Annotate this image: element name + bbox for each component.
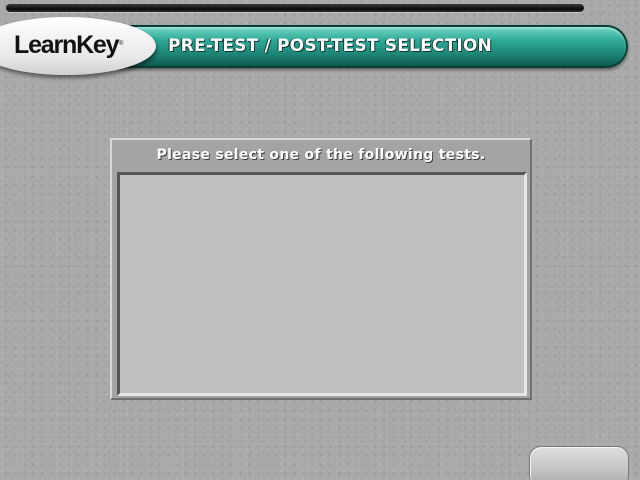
test-selection-dialog: Please select one of the following tests…: [110, 138, 532, 400]
corner-button[interactable]: [529, 446, 629, 480]
top-bar: [6, 4, 584, 12]
title-banner: PRE-TEST / POST-TEST SELECTION: [118, 25, 628, 68]
test-list[interactable]: [117, 172, 527, 396]
logo-trademark: ®: [119, 41, 124, 47]
page-title: PRE-TEST / POST-TEST SELECTION: [168, 36, 492, 56]
learnkey-logo: LearnKey: [14, 31, 120, 59]
dialog-prompt: Please select one of the following tests…: [156, 147, 486, 163]
